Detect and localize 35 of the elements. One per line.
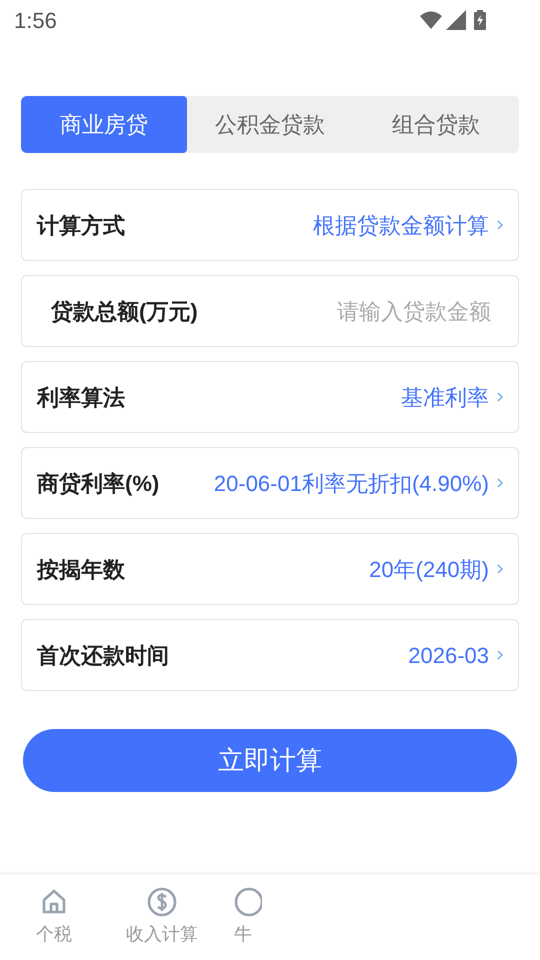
chevron-icon (497, 392, 503, 402)
chevron-icon (497, 478, 503, 488)
nav-item[interactable]: 收入计算 (108, 875, 216, 960)
form-row[interactable]: 商贷利率(%) 20-06-01利率无折扣(4.90%) (21, 447, 519, 519)
chevron-icon (497, 564, 503, 574)
form-row[interactable]: 首次还款时间 2026-03 (21, 619, 519, 691)
form-row[interactable]: 利率算法 基准利率 (21, 361, 519, 433)
field-label: 按揭年数 (37, 556, 125, 584)
tab[interactable]: 组合贷款 (353, 96, 519, 153)
nav-item[interactable]: 个税 (0, 875, 108, 960)
tab[interactable]: 商业房贷 (21, 96, 187, 153)
field-label: 贷款总额(万元) (51, 298, 198, 326)
calculate-button[interactable]: 立即计算 (23, 729, 517, 792)
loan-amount-input[interactable]: 请输入贷款金额 (251, 294, 491, 328)
chevron-icon (497, 650, 503, 660)
field-value: 2026-03 (408, 642, 489, 670)
tab[interactable]: 公积金贷款 (187, 96, 353, 153)
form-row[interactable]: 按揭年数 20年(240期) (21, 533, 519, 605)
status-time: 1:56 (14, 6, 57, 34)
nav-item[interactable]: 牛 (216, 875, 262, 960)
field-value: 根据贷款金额计算 (313, 212, 489, 240)
field-value: 基准利率 (401, 384, 489, 412)
field-label: 计算方式 (37, 212, 125, 240)
field-label: 商贷利率(%) (37, 470, 160, 498)
field-label: 利率算法 (37, 384, 125, 412)
field-value: 20-06-01利率无折扣(4.90%) (214, 470, 489, 498)
battery-icon (474, 10, 486, 30)
wifi-icon (420, 11, 442, 29)
form-row[interactable]: 计算方式 根据贷款金额计算 (21, 189, 519, 261)
field-label: 首次还款时间 (37, 642, 169, 670)
form-row[interactable]: 贷款总额(万元) 请输入贷款金额 (21, 275, 519, 347)
signal-icon (446, 10, 466, 30)
field-value: 20年(240期) (369, 556, 489, 584)
dollar-icon (147, 887, 177, 917)
chevron-icon (497, 220, 503, 230)
